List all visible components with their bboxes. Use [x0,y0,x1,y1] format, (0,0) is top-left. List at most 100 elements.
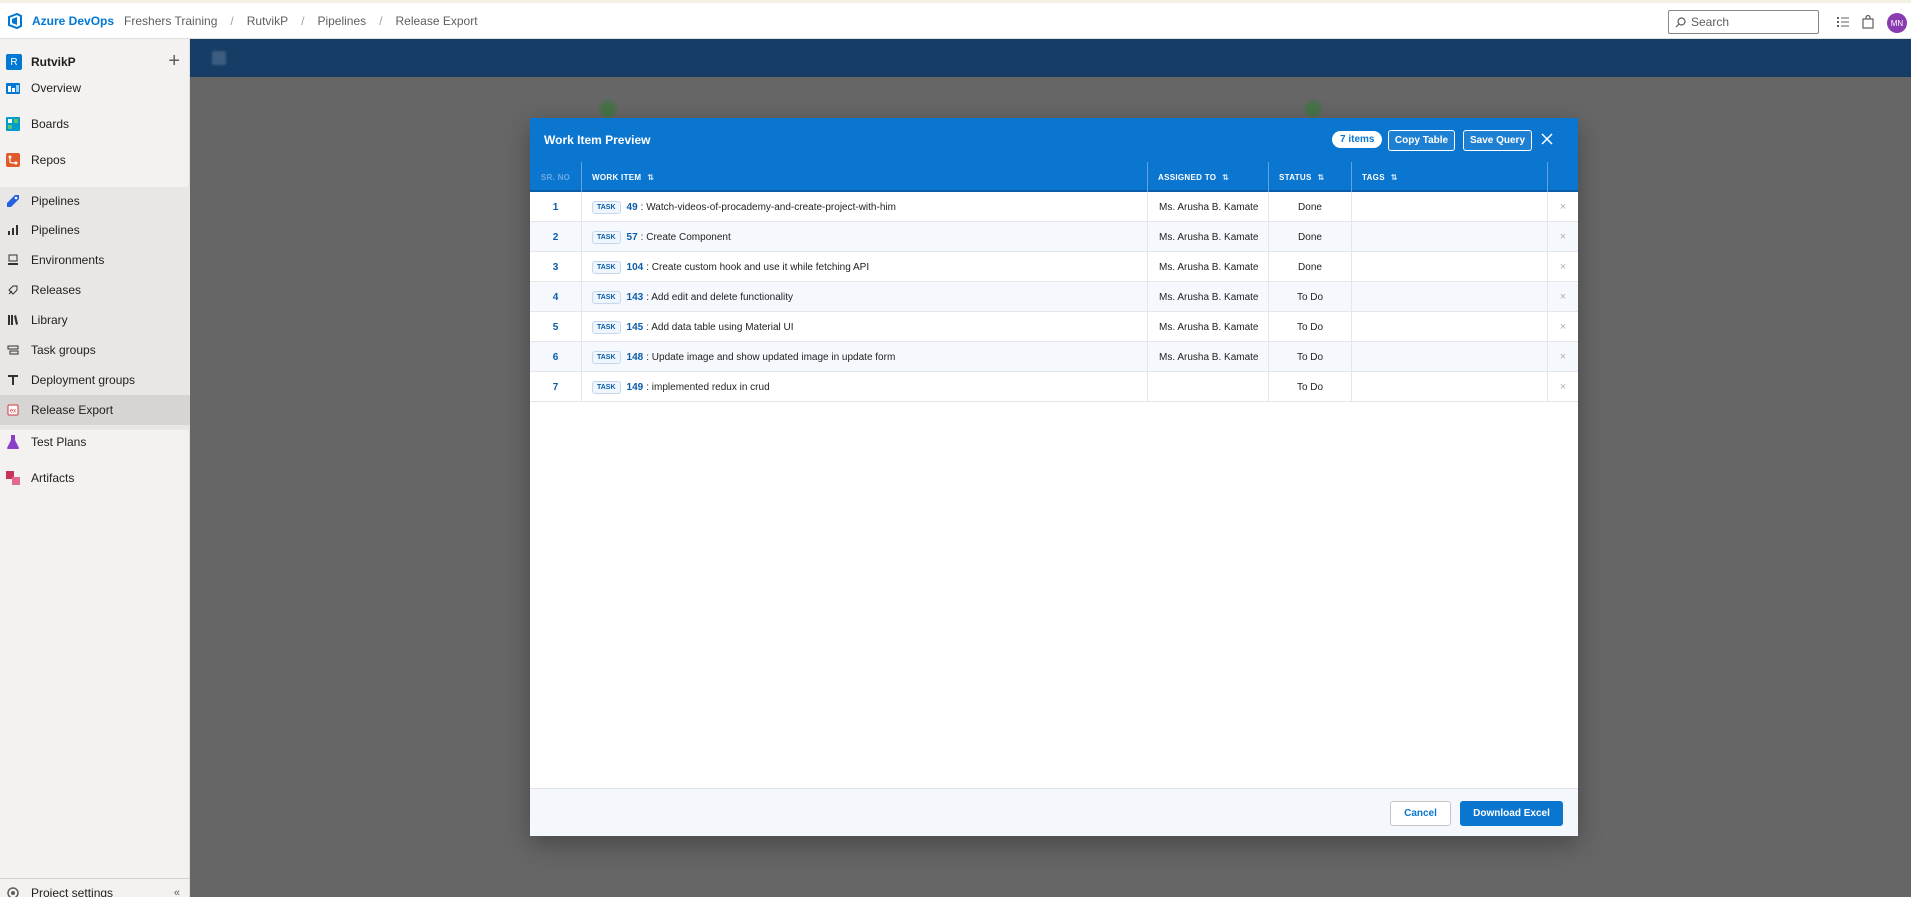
work-item-id-link[interactable]: 145 [627,322,644,333]
column-header-label: ASSIGNED TO [1158,172,1217,182]
breadcrumb-separator: / [230,13,234,28]
work-item-title: : Add edit and delete functionality [646,291,794,303]
work-item-id-link[interactable]: 148 [627,352,644,363]
collapse-icon[interactable]: « [174,887,180,897]
sidebar-item-label: Releases [31,283,82,297]
work-item-cell: TASK 57 : Create Component [582,222,1148,252]
sidebar-item-releases[interactable]: Releases [0,275,190,305]
sidebar-item-label: Artifacts [31,470,75,485]
breadcrumb-organization[interactable]: Freshers Training [124,14,217,28]
sidebar-item-label: Deployment groups [31,373,136,387]
work-item-type-badge: TASK [592,260,621,274]
download-excel-button[interactable]: Download Excel [1460,801,1563,826]
column-header-tags[interactable]: TAGS ⇅ [1352,162,1548,192]
remove-row-icon[interactable]: × [1548,312,1578,342]
task-groups-icon [7,345,19,355]
project-settings-link[interactable]: Project settings « [0,883,190,897]
sidebar-item-label: Environments [31,253,105,267]
table-row[interactable]: 1 TASK 49 : Watch-videos-of-procademy-an… [530,192,1578,222]
sidebar-item-pipelines[interactable]: Pipelines [0,187,190,215]
column-header-label: TAGS [1362,172,1385,182]
work-item-preview-modal: Work Item Preview 7 items Copy Table Sav… [530,118,1578,836]
table-row[interactable]: 6 TASK 148 : Update image and show updat… [530,342,1578,372]
sidebar-item-artifacts[interactable]: Artifacts [0,468,190,487]
remove-row-icon[interactable]: × [1548,252,1578,282]
table-row[interactable]: 7 TASK 149 : implemented redux in crud T… [530,372,1578,402]
table-row[interactable]: 3 TASK 104 : Create custom hook and use … [530,252,1578,282]
sidebar-item-test-plans[interactable]: Test Plans [0,432,190,451]
list-icon[interactable] [1836,15,1850,29]
remove-row-icon[interactable]: × [1548,192,1578,222]
overview-icon [6,82,20,94]
sidebar-item-repos[interactable]: Repos [0,150,190,169]
work-item-id-link[interactable]: 143 [627,292,644,303]
status-cell: Done [1269,192,1352,222]
search-input[interactable]: Search [1668,10,1819,34]
azure-devops-logo-icon[interactable] [6,12,24,30]
table-row[interactable]: 5 TASK 145 : Add data table using Materi… [530,312,1578,342]
breadcrumb-pipelines[interactable]: Pipelines [317,14,366,28]
work-item-type-badge: TASK [592,320,621,334]
column-header-status[interactable]: STATUS ⇅ [1269,162,1352,192]
remove-row-icon[interactable]: × [1548,222,1578,252]
work-item-cell: TASK 149 : implemented redux in crud [582,372,1148,402]
status-cell: To Do [1269,372,1352,402]
sidebar-item-pipelines-sub[interactable]: Pipelines [0,215,190,245]
add-icon[interactable]: + [168,51,180,71]
save-query-button[interactable]: Save Query [1463,130,1532,151]
work-item-id-link[interactable]: 57 [627,232,638,243]
project-settings-label: Project settings [31,885,114,897]
shopping-bag-icon[interactable] [1861,15,1875,29]
table-row[interactable]: 4 TASK 143 : Add edit and delete functio… [530,282,1578,312]
column-header-work-item[interactable]: WORK ITEM ⇅ [582,162,1148,192]
artifacts-icon [6,470,20,485]
gear-icon [7,886,19,897]
sidebar-item-task-groups[interactable]: Task groups [0,335,190,365]
breadcrumb-release-export[interactable]: Release Export [395,14,477,28]
sidebar-item-overview[interactable]: Overview [0,78,190,97]
user-avatar[interactable]: MN [1887,13,1907,33]
sidebar: R RutvikP + Overview Boards Repos Pipeli… [0,39,190,897]
assigned-to-cell: Ms. Arusha B. Kamate [1148,222,1269,252]
environments-icon [8,254,18,265]
breadcrumb-project[interactable]: RutvikP [247,14,288,28]
work-item-cell: TASK 145 : Add data table using Material… [582,312,1148,342]
remove-row-icon[interactable]: × [1548,342,1578,372]
work-item-title: : implemented redux in crud [646,381,770,393]
work-item-id-link[interactable]: 49 [627,202,638,213]
deployment-groups-icon [8,375,18,385]
sidebar-item-deployment-groups[interactable]: Deployment groups [0,365,190,395]
brand-link[interactable]: Azure DevOps [32,14,114,28]
column-header-assigned-to[interactable]: ASSIGNED TO ⇅ [1148,162,1269,192]
sidebar-item-boards[interactable]: Boards [0,114,190,133]
work-item-cell: TASK 143 : Add edit and delete functiona… [582,282,1148,312]
sidebar-footer: Project settings « [0,878,190,897]
work-item-type-badge: TASK [592,290,621,304]
assigned-to-cell: Ms. Arusha B. Kamate [1148,312,1269,342]
remove-row-icon[interactable]: × [1548,372,1578,402]
remove-row-icon[interactable]: × [1548,282,1578,312]
sort-icon[interactable]: ⇅ [1222,173,1229,182]
cancel-button[interactable]: Cancel [1390,801,1451,826]
sidebar-item-environments[interactable]: Environments [0,245,190,275]
copy-table-button[interactable]: Copy Table [1388,130,1455,151]
sort-icon[interactable]: ⇅ [1391,173,1398,182]
item-count-badge: 7 items [1332,131,1383,148]
work-item-id-link[interactable]: 149 [627,382,644,393]
sort-icon[interactable]: ⇅ [1318,173,1325,182]
column-header-sr-no[interactable]: SR. NO [530,162,582,192]
sidebar-item-label: Pipelines [31,223,80,237]
assigned-to-cell [1148,372,1269,402]
close-icon[interactable] [1538,130,1556,148]
work-item-title: : Add data table using Material UI [646,321,794,333]
work-item-type-badge: TASK [592,350,621,364]
sr-no-cell: 6 [530,342,582,372]
sort-icon[interactable]: ⇅ [647,173,654,182]
extension-icon [212,51,226,65]
sidebar-item-release-export[interactable]: ex Release Export [0,395,190,425]
sidebar-item-library[interactable]: Library [0,305,190,335]
work-item-id-link[interactable]: 104 [627,262,644,273]
table-row[interactable]: 2 TASK 57 : Create Component Ms. Arusha … [530,222,1578,252]
project-selector[interactable]: R RutvikP + [0,47,190,77]
column-header-actions [1548,162,1578,192]
